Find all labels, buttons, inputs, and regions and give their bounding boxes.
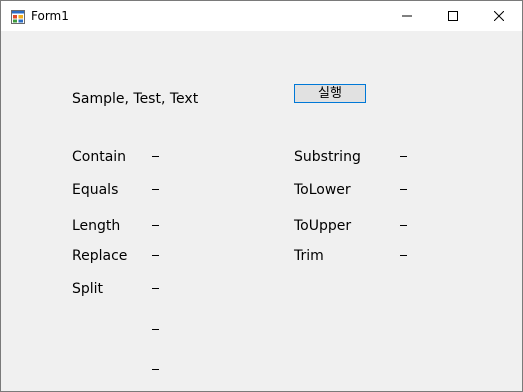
replace-result [152, 255, 159, 256]
length-label: Length [72, 218, 121, 234]
equals-result [152, 189, 159, 190]
tolower-label: ToLower [294, 182, 351, 198]
split-result-extra-1 [152, 329, 159, 330]
contain-result [152, 156, 159, 157]
tolower-result [400, 189, 407, 190]
minimize-button[interactable] [384, 1, 430, 31]
run-button[interactable]: 실행 [294, 84, 366, 103]
title-bar[interactable]: Form1 [1, 1, 522, 31]
window-title: Form1 [31, 9, 69, 23]
close-button[interactable] [476, 1, 522, 31]
form1-window: Form1 Sample, Test, Text 실행 Contain Equa… [0, 0, 523, 392]
split-result-extra-2 [152, 369, 159, 370]
replace-label: Replace [72, 248, 128, 264]
form-client-area: Sample, Test, Text 실행 Contain Equals Len… [1, 31, 522, 391]
contain-label: Contain [72, 149, 127, 165]
maximize-button[interactable] [430, 1, 476, 31]
maximize-icon [448, 11, 458, 21]
app-form-icon[interactable] [11, 9, 25, 24]
toupper-label: ToUpper [294, 218, 352, 234]
substring-label: Substring [294, 149, 361, 165]
substring-result [400, 156, 407, 157]
trim-label: Trim [294, 248, 324, 264]
toupper-result [400, 225, 407, 226]
close-icon [494, 11, 504, 21]
split-label: Split [72, 281, 104, 297]
length-result [152, 225, 159, 226]
minimize-icon [402, 15, 412, 17]
split-result [152, 288, 159, 289]
trim-result [400, 255, 407, 256]
input-text-label: Sample, Test, Text [72, 91, 199, 107]
equals-label: Equals [72, 182, 119, 198]
